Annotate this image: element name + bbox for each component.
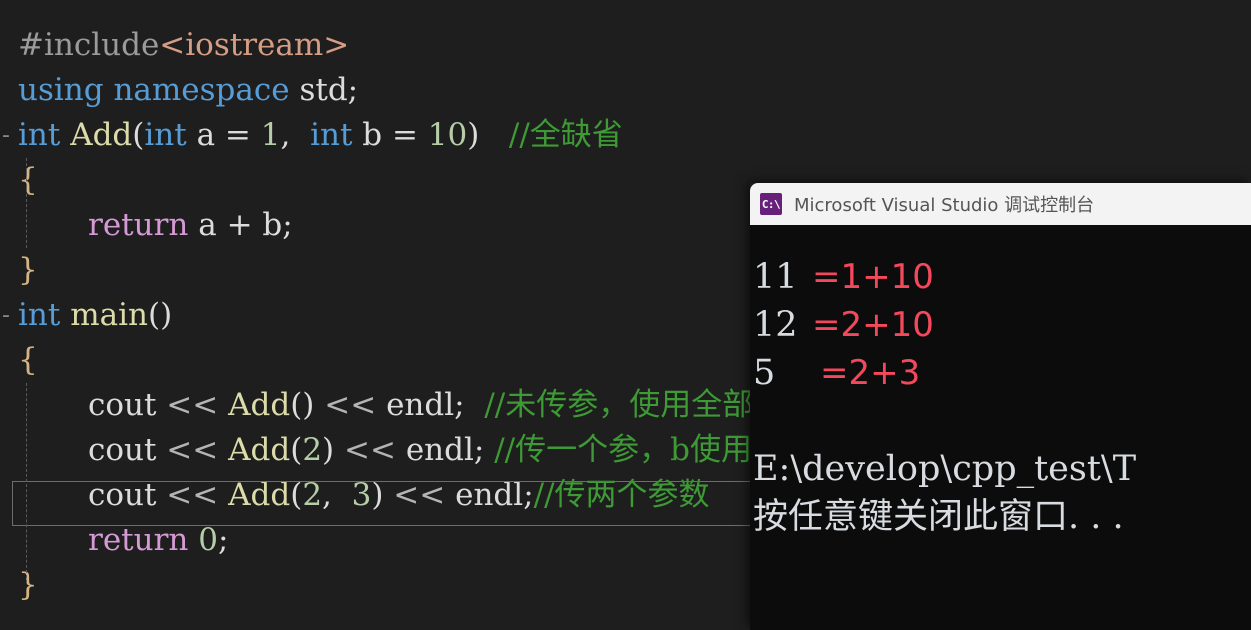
code-token: ( — [290, 477, 303, 513]
code-token: ) — [467, 117, 480, 153]
console-output-line: 5 — [753, 353, 776, 393]
annotation-overlay: =2+3 — [820, 353, 921, 393]
screenshot-root: #include<iostream> using namespace std; - i… — [0, 0, 1251, 630]
code-token: b = — [352, 117, 428, 153]
code-token: std; — [289, 72, 359, 108]
code-token: return — [88, 522, 189, 558]
code-token: Add — [228, 432, 291, 468]
console-app-icon: C:\ — [760, 193, 782, 215]
code-token: 10 — [427, 117, 468, 153]
collapse-marker-icon[interactable]: - — [0, 113, 12, 158]
code-token: } — [18, 567, 38, 603]
console-titlebar[interactable]: C:\ Microsoft Visual Studio 调试控制台 — [750, 183, 1251, 225]
code-line-text: #include<iostream> — [18, 23, 349, 68]
code-token: a = — [186, 117, 261, 153]
code-token: Add — [228, 387, 291, 423]
code-token: << — [156, 387, 229, 423]
code-token: ; — [454, 387, 485, 423]
code-token: cout — [88, 387, 157, 423]
code-token: 2 — [302, 477, 323, 513]
code-token: Add — [70, 117, 133, 153]
annotation-overlay: =1+10 — [812, 257, 934, 297]
code-line-text: return a + b; — [88, 203, 293, 248]
code-line-text: int main() — [18, 293, 172, 338]
console-icon-glyph: C:\ — [761, 197, 781, 211]
annotation-overlay: =2+10 — [812, 305, 934, 345]
code-token: 2 — [302, 432, 323, 468]
code-token: 3 — [341, 477, 372, 513]
indent-guide — [26, 383, 27, 583]
code-token: ) — [322, 432, 335, 468]
code-token: ( — [132, 117, 145, 153]
indent-guide — [26, 158, 27, 248]
collapse-marker-icon[interactable]: - — [0, 293, 12, 338]
code-token: << — [334, 432, 406, 468]
code-token: #include — [18, 27, 160, 63]
code-token: Add — [228, 477, 291, 513]
code-token: cout — [88, 432, 157, 468]
code-line[interactable]: #include<iostream> — [0, 23, 1251, 68]
code-token: //传两个参数 — [533, 477, 710, 513]
code-token: () — [147, 297, 173, 333]
code-token: << — [156, 432, 229, 468]
code-line[interactable]: using namespace std; — [0, 68, 1251, 113]
code-line[interactable]: - int Add(int a = 1, int b = 10) //全缺省 — [0, 113, 1251, 158]
code-token: } — [18, 252, 38, 288]
code-token: endl — [386, 387, 455, 423]
code-token: , — [322, 477, 342, 513]
code-line-text: { — [18, 158, 38, 203]
code-token: int — [144, 117, 187, 153]
code-token: cout — [88, 477, 157, 513]
code-token: int — [310, 117, 353, 153]
console-output-area[interactable]: 11 12 5 E:\develop\cpp_test\T 按任意键关闭此窗口. . .… — [750, 225, 1251, 630]
code-token: << — [314, 387, 387, 423]
code-token: return — [88, 207, 189, 243]
code-token: <iostream> — [159, 27, 350, 63]
code-line-text: cout << Add(2, 3) << endl;//传两个参数 — [88, 473, 710, 518]
code-token: { — [18, 342, 38, 378]
console-output-line: 按任意键关闭此窗口. . . — [753, 497, 1124, 537]
code-token: () — [290, 387, 315, 423]
code-token: ( — [290, 432, 303, 468]
code-token: ) — [371, 477, 384, 513]
code-token: int — [18, 297, 61, 333]
code-token: int — [18, 117, 61, 153]
console-output-line: 12 — [753, 305, 798, 345]
code-token: main — [70, 297, 148, 333]
code-token: using namespace — [18, 72, 290, 108]
code-token: << — [383, 477, 456, 513]
code-line-text: } — [18, 563, 38, 608]
console-output-line: E:\develop\cpp_test\T — [753, 449, 1137, 489]
code-token: endl — [455, 477, 524, 513]
code-token: 1 — [260, 117, 281, 153]
code-token: ; — [523, 477, 534, 513]
code-token: { — [18, 162, 38, 198]
code-token: ; — [473, 432, 495, 468]
console-window[interactable]: C:\ Microsoft Visual Studio 调试控制台 11 12 5 E… — [750, 183, 1251, 630]
code-token: << — [156, 477, 229, 513]
code-token: //全缺省 — [508, 117, 623, 153]
code-line-text: { — [18, 338, 38, 383]
console-output-line: 11 — [753, 257, 798, 297]
code-line-text: return 0; — [88, 518, 228, 563]
console-title: Microsoft Visual Studio 调试控制台 — [794, 195, 1095, 216]
code-line-text: int Add(int a = 1, int b = 10) //全缺省 — [18, 113, 623, 158]
code-line-text: cout << Add() << endl; //未传参，使用全部缺省值 — [88, 383, 846, 428]
code-line-text: } — [18, 248, 38, 293]
code-token: , — [280, 117, 311, 153]
code-token: 0 — [198, 522, 218, 558]
code-token: endl — [405, 432, 474, 468]
code-line-text: cout << Add(2) << endl; //传一个参，b使用缺省值 — [88, 428, 845, 473]
code-line-text: using namespace std; — [18, 68, 358, 113]
code-token: ; — [217, 522, 229, 558]
code-token: a + b; — [188, 207, 293, 243]
